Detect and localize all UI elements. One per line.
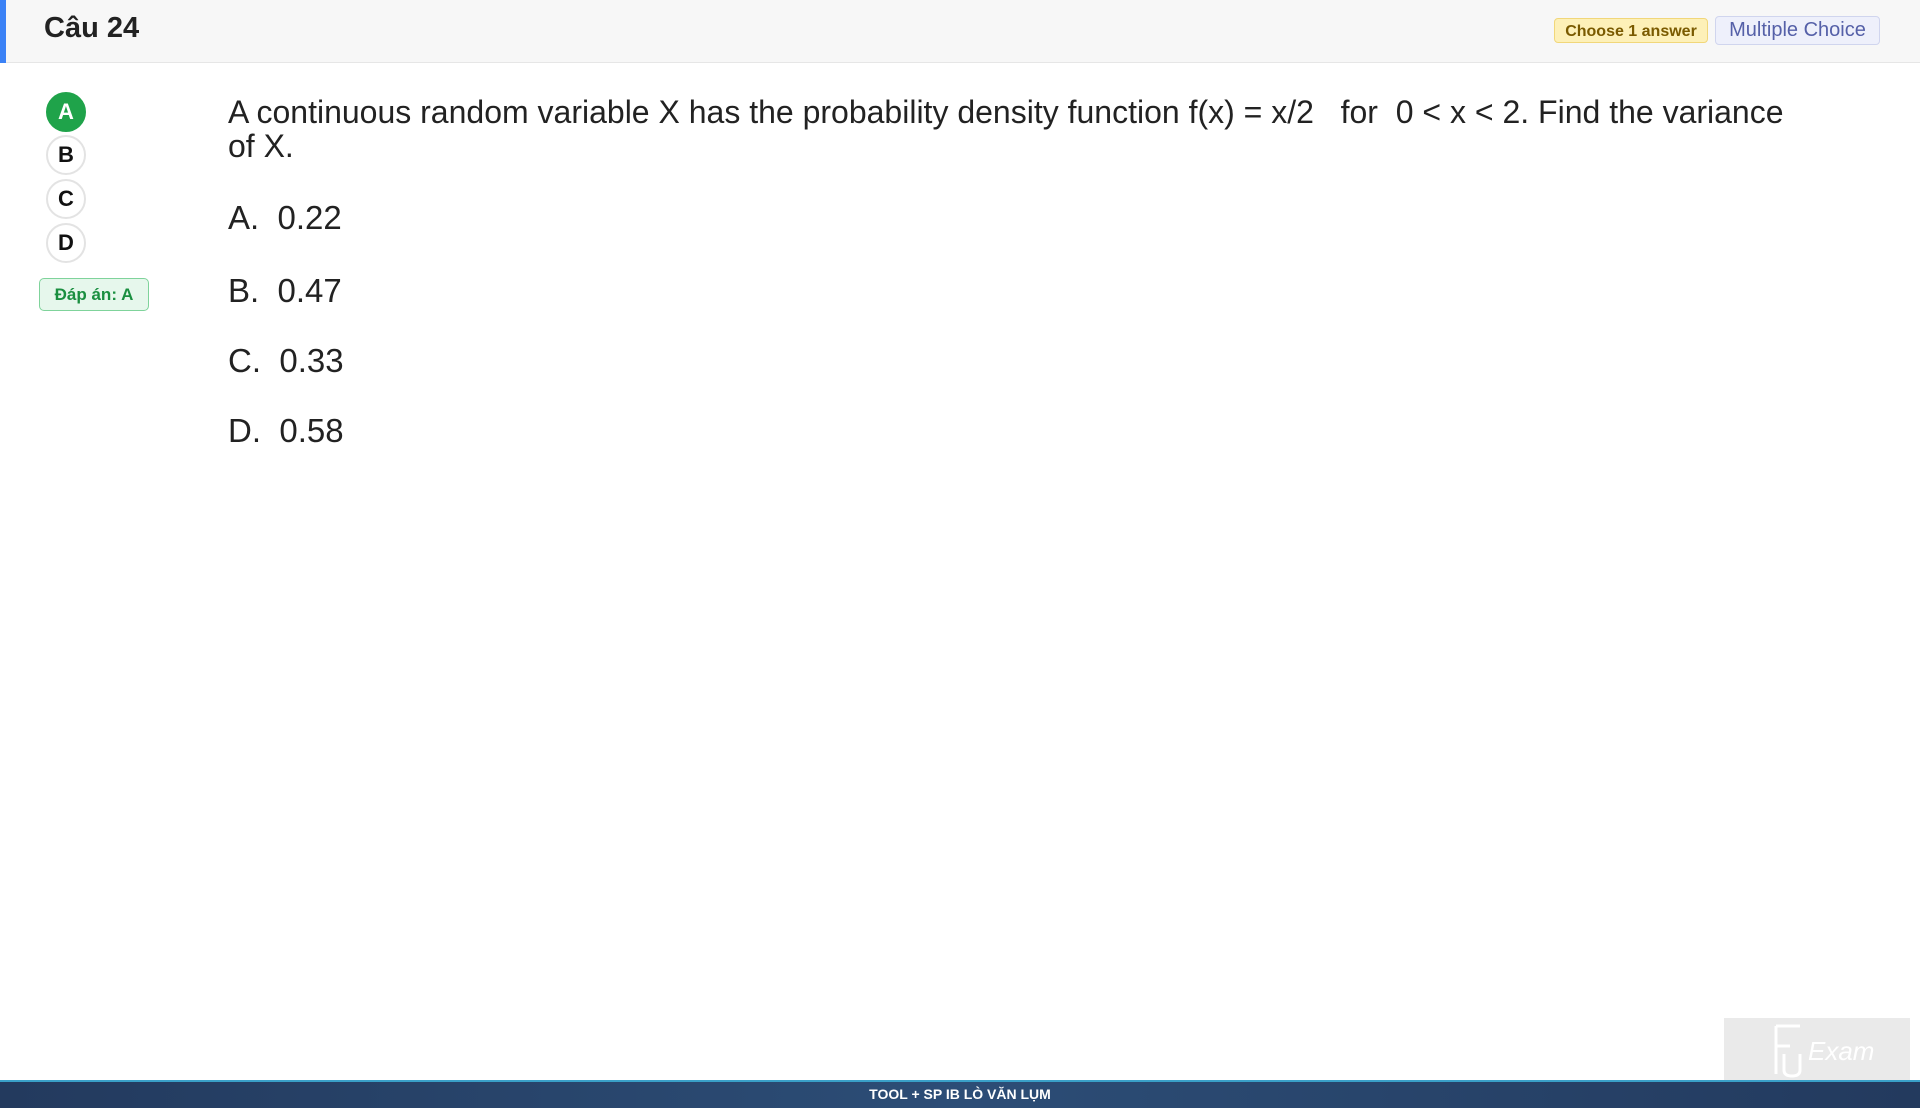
fu-exam-logo-icon	[1774, 1024, 1802, 1078]
option-a-button[interactable]: A	[46, 92, 86, 132]
choice-letter: D.	[228, 412, 261, 449]
choice-letter: B.	[228, 272, 260, 309]
header-accent-bar	[0, 0, 6, 63]
quiz-page: Câu 24 Choose 1 answer Multiple Choice A…	[0, 0, 1920, 1108]
footer-text: TOOL + SP IB LÒ VĂN LỤM	[869, 1086, 1051, 1102]
question-text: A continuous random variable X has the p…	[228, 94, 1793, 164]
option-c-button[interactable]: C	[46, 179, 86, 219]
choose-count-badge: Choose 1 answer	[1554, 18, 1708, 43]
choice-value: 0.47	[277, 272, 342, 309]
question-number: Câu 24	[44, 12, 140, 44]
choice-letter: C.	[228, 342, 261, 379]
answer-key-badge: Đáp án: A	[39, 278, 149, 311]
option-b-button[interactable]: B	[46, 135, 86, 175]
watermark: Exam	[1724, 1018, 1910, 1082]
question-header: Câu 24 Choose 1 answer Multiple Choice	[0, 0, 1920, 63]
choice-d[interactable]: D. 0.58	[228, 412, 344, 450]
choice-c[interactable]: C. 0.33	[228, 342, 344, 380]
footer-bar: TOOL + SP IB LÒ VĂN LỤM	[0, 1080, 1920, 1108]
choice-letter: A.	[228, 199, 260, 236]
option-d-button[interactable]: D	[46, 223, 86, 263]
choice-value: 0.22	[277, 199, 342, 236]
watermark-text: Exam	[1808, 1036, 1875, 1066]
choice-value: 0.58	[279, 412, 344, 449]
choice-a[interactable]: A. 0.22	[228, 199, 342, 237]
choice-value: 0.33	[279, 342, 344, 379]
choice-b[interactable]: B. 0.47	[228, 272, 342, 310]
question-type-badge: Multiple Choice	[1715, 16, 1880, 45]
